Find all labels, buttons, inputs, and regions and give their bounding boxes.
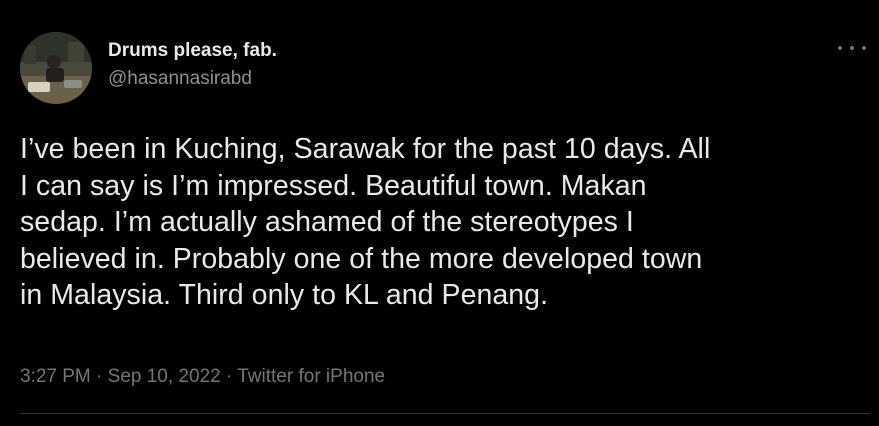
tweet-metadata: 3:27 PM · Sep 10, 2022 · Twitter for iPh…: [20, 366, 385, 388]
divider: [20, 413, 870, 414]
more-dot: [862, 46, 866, 50]
tweet-date[interactable]: Sep 10, 2022: [108, 366, 221, 387]
meta-separator: ·: [90, 366, 108, 387]
tweet-card: Drums please, fab. @hasannasirabd I’ve b…: [0, 0, 879, 426]
more-dot: [838, 46, 842, 50]
tweet-source[interactable]: Twitter for iPhone: [237, 366, 385, 387]
tweet-text-line: I can say is I’m impressed. Beautiful to…: [20, 169, 647, 202]
tweet-text: I’ve been in Kuching, Sarawak for the pa…: [20, 131, 870, 314]
meta-separator: ·: [220, 366, 238, 387]
more-options-icon[interactable]: [838, 38, 866, 58]
tweet-text-line: believed in. Probably one of the more de…: [20, 242, 703, 275]
profile-photo-icon: [20, 32, 92, 104]
tweet-text-line: I’ve been in Kuching, Sarawak for the pa…: [20, 133, 711, 165]
tweet-text-line: sedap. I’m actually ashamed of the stere…: [20, 206, 634, 238]
author-display-name[interactable]: Drums please, fab.: [108, 40, 277, 62]
author-handle[interactable]: @hasannasirabd: [108, 68, 252, 90]
tweet-time[interactable]: 3:27 PM: [20, 366, 91, 387]
more-dot: [850, 46, 854, 50]
author-avatar[interactable]: [20, 32, 92, 104]
tweet-text-line: in Malaysia. Third only to KL and Penang…: [20, 279, 549, 311]
